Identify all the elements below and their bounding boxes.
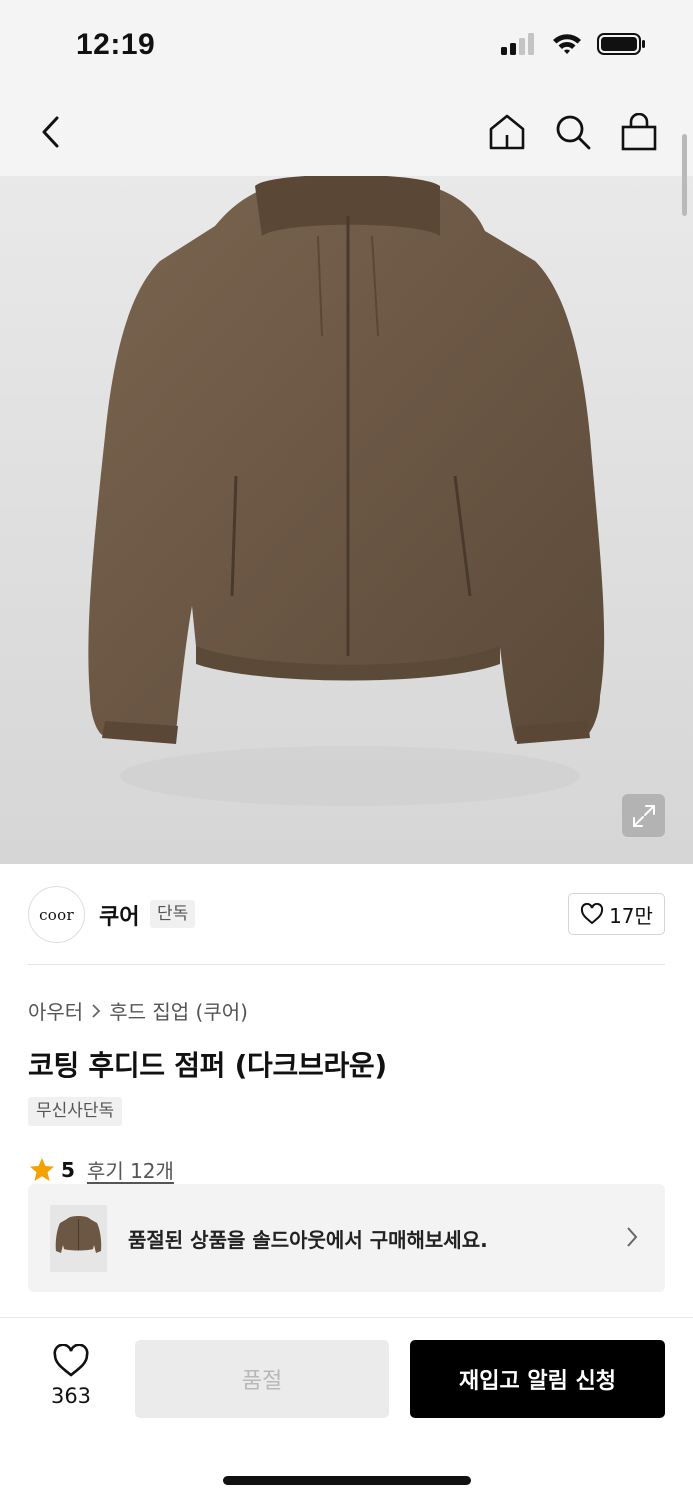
- home-button[interactable]: [487, 110, 527, 154]
- status-time: 12:19: [76, 28, 156, 61]
- scroll-indicator[interactable]: [682, 134, 687, 216]
- brand-like-count: 17만: [609, 903, 653, 928]
- star-icon: [30, 1158, 54, 1181]
- brand-row: coor 쿠어 단독 17만: [28, 886, 665, 944]
- expand-image-button[interactable]: [622, 794, 665, 837]
- shopping-bag-icon: [621, 113, 657, 151]
- bottom-action-bar: 363 품절 재입고 알림 신청: [0, 1318, 693, 1500]
- soldout-promo-card[interactable]: 품절된 상품을 솔드아웃에서 구매해보세요.: [28, 1184, 665, 1292]
- divider: [28, 964, 665, 965]
- soldout-button: 품절: [135, 1340, 389, 1418]
- review-link[interactable]: 후기 12개: [87, 1155, 174, 1184]
- chevron-right-icon: [92, 1003, 101, 1018]
- search-button[interactable]: [553, 110, 593, 154]
- home-indicator[interactable]: [223, 1476, 471, 1485]
- nav-actions: [487, 110, 659, 154]
- soldout-promo-text: 품절된 상품을 솔드아웃에서 구매해보세요.: [128, 1228, 488, 1252]
- product-exclusive-tag: 무신사단독: [28, 1097, 123, 1126]
- status-bar: 12:19: [0, 0, 693, 90]
- wishlist-button[interactable]: 363: [40, 1343, 102, 1408]
- jacket-thumbnail: [50, 1205, 107, 1272]
- product-image[interactable]: [0, 176, 693, 864]
- brand-logo[interactable]: coor: [28, 886, 85, 943]
- breadcrumb: 아우터 후드 집업 (쿠어): [28, 996, 248, 1025]
- chevron-right-icon: [627, 1227, 638, 1247]
- heart-icon: [581, 903, 604, 925]
- brand-like-button[interactable]: 17만: [568, 893, 665, 935]
- cart-button[interactable]: [619, 110, 659, 154]
- expand-icon: [632, 804, 655, 827]
- battery-icon: [597, 33, 645, 55]
- heart-icon: [53, 1343, 89, 1377]
- product-title: 코팅 후디드 점퍼 (다크브라운): [28, 1049, 387, 1082]
- wifi-icon: [553, 34, 581, 54]
- cellular-signal-icon: [501, 33, 534, 55]
- search-icon: [556, 115, 591, 150]
- chevron-left-icon: [42, 116, 59, 148]
- restock-alert-button[interactable]: 재입고 알림 신청: [410, 1340, 665, 1418]
- breadcrumb-category[interactable]: 아우터: [28, 996, 83, 1025]
- rating-score: 5: [61, 1157, 75, 1182]
- breadcrumb-subcategory[interactable]: 후드 집업 (쿠어): [109, 996, 248, 1025]
- status-icons: [501, 32, 647, 56]
- jacket-illustration: [88, 176, 605, 806]
- brand-exclusive-badge: 단독: [150, 900, 196, 928]
- nav-bar: [0, 90, 693, 176]
- rating-row: 5 후기 12개: [29, 1155, 174, 1184]
- back-button[interactable]: [30, 110, 70, 154]
- brand-name[interactable]: 쿠어: [99, 899, 139, 931]
- home-icon: [489, 114, 525, 150]
- wishlist-count: 363: [50, 1384, 92, 1408]
- soldout-thumbnail: [50, 1205, 107, 1272]
